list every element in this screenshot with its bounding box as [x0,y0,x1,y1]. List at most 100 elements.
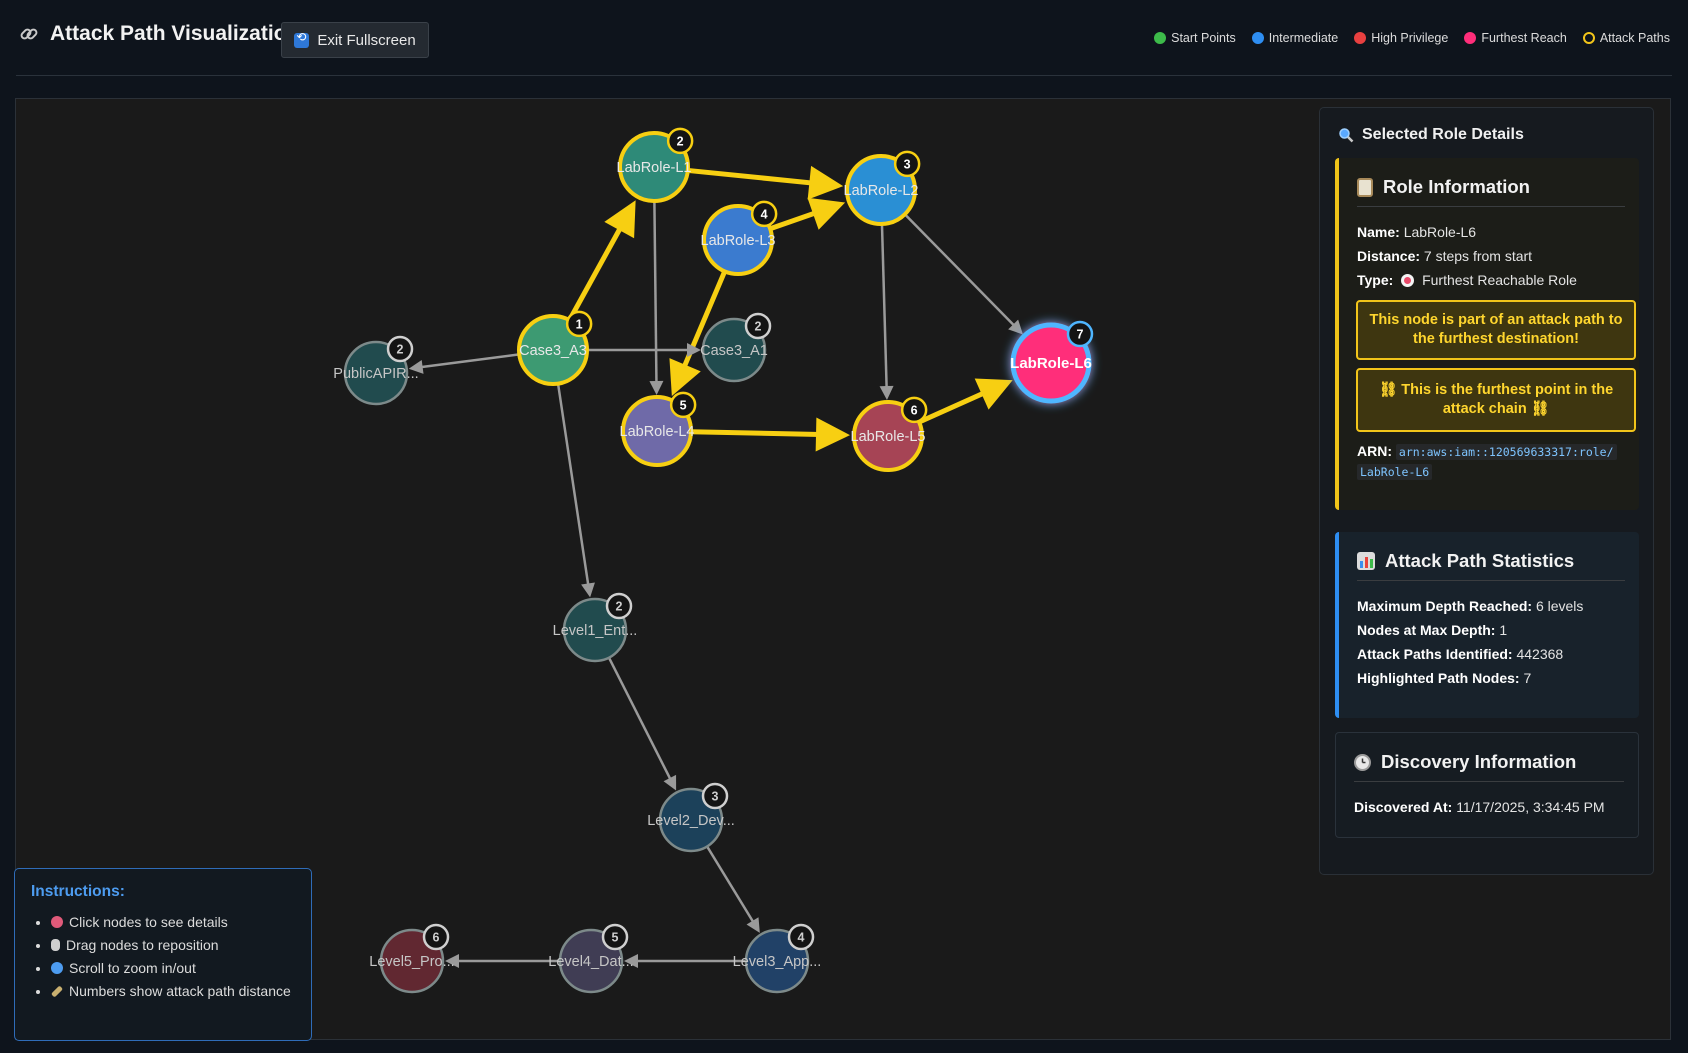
node-label: LabRole-L6 [1010,355,1092,372]
instruction-text: Numbers show attack path distance [69,983,291,999]
distance-badge-label: 2 [616,599,623,613]
instruction-item: Scroll to zoom in/out [51,959,321,977]
graph-edge [706,845,757,927]
legend-label: High Privilege [1371,31,1449,45]
graph-node[interactable]: Level3_App... 4 [733,923,822,994]
attack-path-edge [567,215,629,322]
attack-path-arrowhead [807,165,844,200]
legend-label: Intermediate [1268,31,1339,45]
magnifier-icon [1338,127,1354,143]
graph-edge [556,383,591,590]
bar-chart-icon [1357,552,1375,570]
title-wrap: Attack Path Visualization [18,22,299,46]
nodes-max-depth-label: Nodes at Max Depth: [1357,622,1496,638]
furthest-point-warning: ⛓ This is the furthest point in the atta… [1356,368,1636,432]
role-type-label: Type: [1357,272,1394,288]
graph-node[interactable]: Level1_Ent... 2 [553,592,638,663]
discovery-label: Discovery Information [1381,751,1577,772]
node-label: Case3_A3 [519,343,587,359]
instruction-text: Drag nodes to reposition [66,937,219,953]
distance-badge-label: 4 [798,930,805,944]
attack-path-arrowhead [807,197,846,230]
distance-badge-label: 2 [755,319,762,333]
graph-node[interactable]: LabRole-L4 5 [620,391,697,467]
legend-item: Start Points [1154,31,1236,45]
role-arn-value-1: arn:aws:iam::120569633317:role/ [1395,444,1617,460]
graph-edge [903,213,1018,330]
target-icon [1401,274,1415,287]
attack-path-arrowhead [815,417,851,452]
node-label: PublicAPIR... [333,366,418,382]
mouse-icon [51,939,60,951]
discovery-divider [1354,781,1624,782]
role-details-panel: Selected Role Details Role Information N… [1319,107,1654,875]
legend-swatch [1464,32,1477,44]
attack-path-statistics-card: Attack Path Statistics Maximum Depth Rea… [1335,532,1639,718]
role-information-title: Role Information [1357,176,1530,198]
ruler-icon [50,985,64,998]
role-information-divider [1357,206,1625,207]
app: Attack Path Visualization Exit Fullscree… [0,0,1688,1053]
search-icon [51,962,63,974]
role-distance-line: Distance: 7 steps from start [1357,248,1532,264]
attack-path-warning: This node is part of an attack path to t… [1356,300,1636,360]
legend-item: Attack Paths [1582,31,1670,45]
discovered-at-label: Discovered At: [1354,799,1453,815]
instructions-panel: Instructions: Click nodes to see details… [14,868,312,1041]
statistics-label: Attack Path Statistics [1385,550,1575,571]
graph-node[interactable]: LabRole-L2 3 [844,150,921,226]
node-layer: LabRole-L1 2 LabRole-L2 3 LabRole-L3 4 Case3_A… [333,127,1094,994]
distance-badge-label: 5 [680,398,687,412]
graph-node[interactable]: LabRole-L1 2 [617,127,694,203]
distance-badge-label: 4 [761,207,768,221]
max-depth-line: Maximum Depth Reached: 6 levels [1357,598,1583,614]
node-label: Case3_A1 [700,343,768,359]
graph-edge [653,200,658,387]
legend-label: Furthest Reach [1481,31,1567,45]
header: Attack Path Visualization Exit Fullscree… [0,0,1688,76]
highlighted-nodes-label: Highlighted Path Nodes: [1357,670,1520,686]
highlighted-nodes-value: 7 [1523,670,1532,686]
role-arn-label: ARN: [1357,443,1392,459]
exit-fullscreen-button[interactable]: Exit Fullscreen [281,22,429,58]
role-arn-line-2: LabRole-L6 [1357,463,1433,480]
graph-node[interactable]: Case3_A3 1 [517,310,593,386]
edge-arrowhead [649,380,664,396]
legend-item: Furthest Reach [1464,31,1567,45]
attack-path-edge [690,429,832,438]
graph-node[interactable]: Level2_Dev... 3 [647,782,735,853]
distance-badge-label: 3 [712,789,719,803]
statistics-divider [1357,580,1625,581]
mouse-click-icon [51,916,63,928]
discovered-at-line: Discovered At: 11/17/2025, 3:34:45 PM [1354,799,1605,815]
distance-badge-label: 3 [904,157,911,171]
discovery-information-card: Discovery Information Discovered At: 11/… [1335,732,1639,838]
instruction-item: Drag nodes to reposition [51,936,321,954]
role-type-line: Type: Furthest Reachable Role [1357,272,1577,288]
highlighted-nodes-line: Highlighted Path Nodes: 7 [1357,670,1531,686]
node-label: LabRole-L5 [851,429,926,445]
graph-node[interactable]: PublicAPIR... 2 [333,335,419,406]
exit-fullscreen-icon [294,30,310,48]
edge-layer [408,165,1023,968]
node-label: Level3_App... [733,954,822,970]
distance-badge-label: 5 [612,930,619,944]
graph-node[interactable]: LabRole-L5 6 [851,396,928,472]
node-label: LabRole-L2 [844,183,919,199]
attack-paths-value: 442368 [1516,646,1564,662]
graph-node[interactable]: Case3_A1 2 [700,312,772,383]
legend-item: Intermediate [1251,31,1339,45]
max-depth-label: Maximum Depth Reached: [1357,598,1533,614]
graph-node[interactable]: Level4_Dat... 5 [548,923,634,994]
edge-arrowhead [879,385,894,401]
node-label: Level1_Ent... [553,623,638,639]
edge-arrowhead [581,582,595,598]
graph-edge [416,353,520,369]
attack-paths-line: Attack Paths Identified: 442368 [1357,646,1563,662]
role-name-label: Name: [1357,224,1400,240]
role-name-line: Name: LabRole-L6 [1357,224,1476,240]
graph-node[interactable]: LabRole-L3 4 [701,200,778,276]
max-depth-value: 6 levels [1535,598,1584,614]
graph-node[interactable]: Level5_Pro... 6 [369,923,455,994]
details-heading-label: Selected Role Details [1362,126,1524,143]
